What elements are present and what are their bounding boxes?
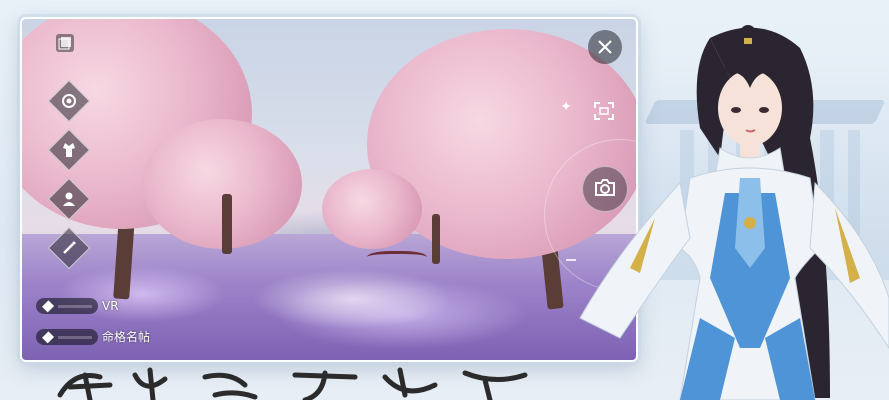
diamond-icon xyxy=(42,330,55,344)
character-icon xyxy=(63,192,75,206)
name-card-label: 命格名帖 xyxy=(102,330,151,344)
name-card-toggle[interactable] xyxy=(36,329,98,345)
character-illustration xyxy=(579,25,889,400)
magic-wand-icon xyxy=(63,241,76,254)
calligraphy-decoration xyxy=(57,367,528,400)
vr-toggle[interactable] xyxy=(36,298,98,314)
diamond-icon xyxy=(42,299,55,313)
costume-icon xyxy=(63,143,75,157)
game-screenshot-frame: VR 命格名帖 ✦ xyxy=(20,17,638,362)
gallery-icon[interactable] xyxy=(56,34,74,52)
settings-icon xyxy=(62,94,76,108)
red-bridge xyxy=(367,251,427,266)
vr-label: VR xyxy=(102,299,119,313)
